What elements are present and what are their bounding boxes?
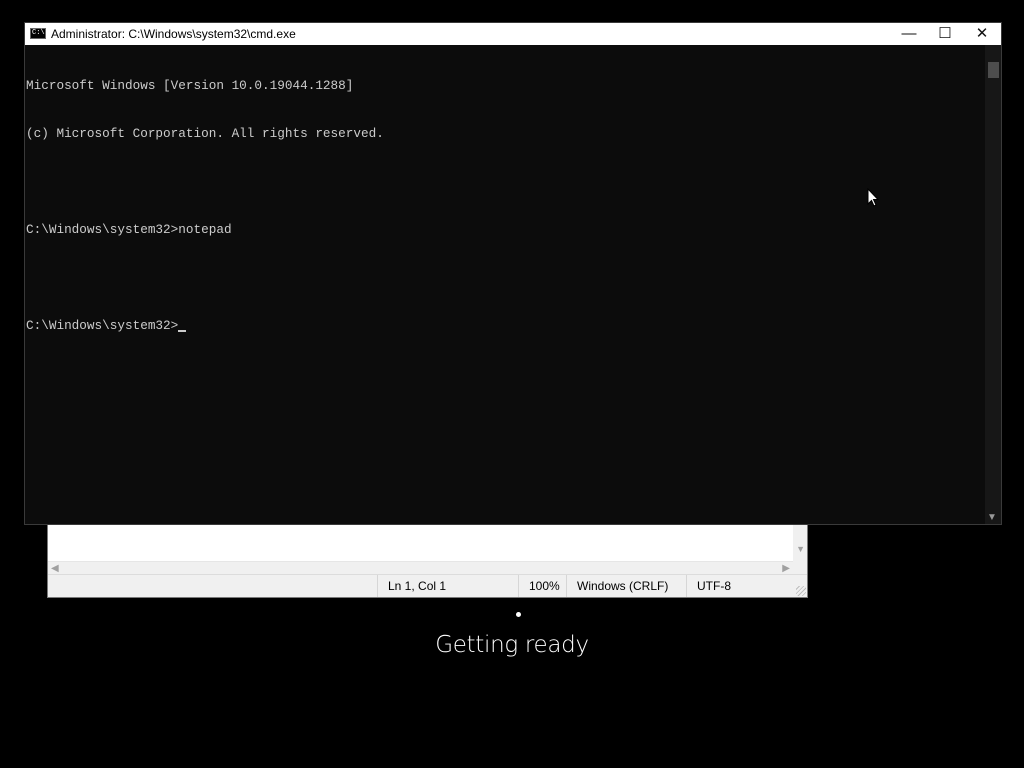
scroll-down-icon[interactable]: ▼ xyxy=(987,512,997,523)
scroll-up-icon[interactable] xyxy=(987,47,999,59)
minimize-button[interactable]: — xyxy=(890,23,928,45)
mouse-pointer-icon xyxy=(867,188,879,207)
console-line: C:\Windows\system32>notepad xyxy=(26,222,232,237)
cmd-app-icon[interactable]: C:\ xyxy=(30,28,46,39)
cmd-title-bar[interactable]: C:\ Administrator: C:\Windows\system32\c… xyxy=(25,23,1001,45)
maximize-button[interactable]: ☐ xyxy=(926,23,964,45)
console-line: Microsoft Windows [Version 10.0.19044.12… xyxy=(26,78,354,93)
getting-ready-message: Getting ready xyxy=(435,632,589,658)
resize-grip-icon[interactable] xyxy=(796,586,806,596)
cmd-vertical-scrollbar[interactable]: ▼ xyxy=(985,45,1001,524)
console-prompt-line: C:\Windows\system32> xyxy=(26,318,985,334)
scrollbar-thumb[interactable] xyxy=(988,62,999,78)
text-cursor xyxy=(178,330,187,332)
close-button[interactable]: ✕ xyxy=(963,23,1001,45)
status-encoding: UTF-8 xyxy=(686,575,796,597)
status-zoom: 100% xyxy=(518,575,568,597)
console-prompt: C:\Windows\system32> xyxy=(26,318,179,333)
status-line-ending: Windows (CRLF) xyxy=(566,575,687,597)
scroll-down-icon[interactable]: ▼ xyxy=(796,544,805,554)
scrollbar-corner xyxy=(793,561,807,575)
loading-spinner-icon xyxy=(516,612,521,617)
console-output[interactable]: Microsoft Windows [Version 10.0.19044.12… xyxy=(26,45,985,524)
notepad-status-bar: Ln 1, Col 1 100% Windows (CRLF) UTF-8 xyxy=(48,574,807,597)
window-title: Administrator: C:\Windows\system32\cmd.e… xyxy=(51,27,296,41)
cmd-window: C:\ Administrator: C:\Windows\system32\c… xyxy=(24,22,1002,525)
status-position: Ln 1, Col 1 xyxy=(377,575,518,597)
console-line: (c) Microsoft Corporation. All rights re… xyxy=(26,126,384,141)
